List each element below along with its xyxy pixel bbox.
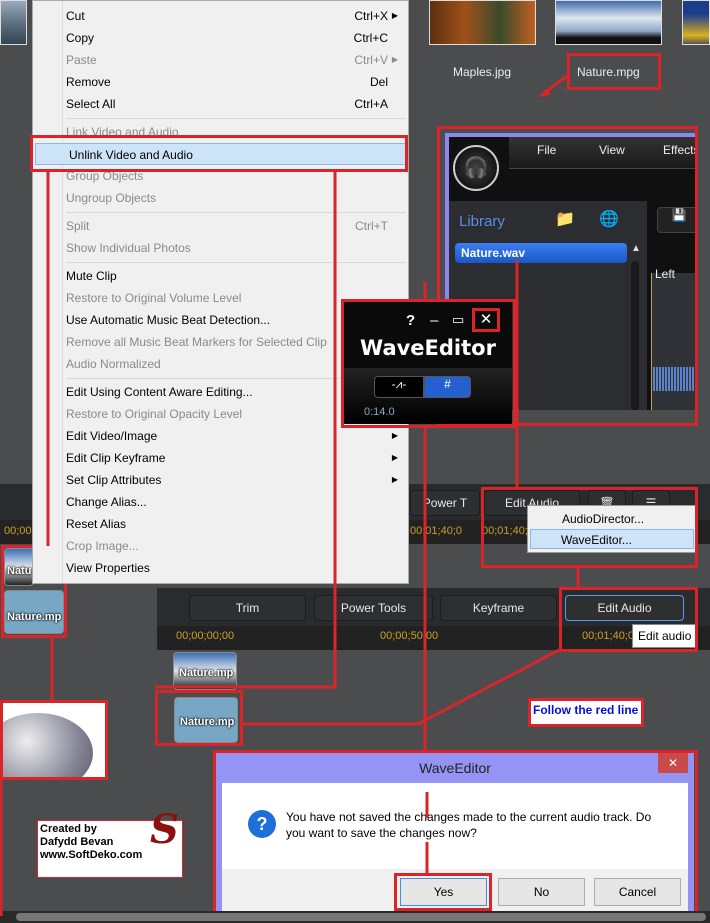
red-line <box>155 172 337 689</box>
annotation-lines <box>0 74 580 916</box>
red-arrowhead <box>538 87 550 97</box>
